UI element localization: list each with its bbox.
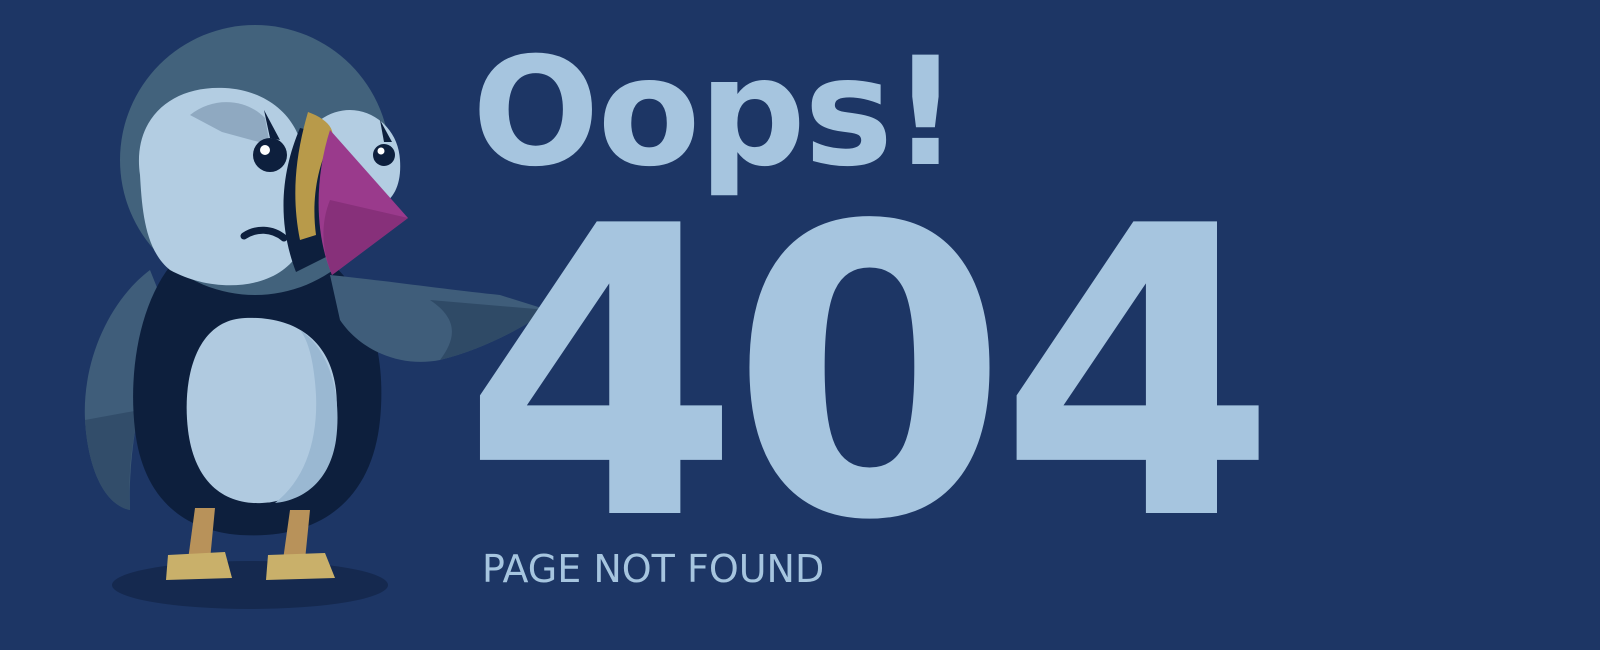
- error-code: 404: [462, 143, 1277, 608]
- mascot-shadow: [112, 561, 388, 609]
- mascot-right-eye: [373, 144, 395, 166]
- mascot-left-foot: [166, 552, 232, 580]
- error-page: Oops! 404 PAGE NOT FOUND: [0, 0, 1600, 650]
- mascot-left-eye-shine: [260, 145, 270, 155]
- mascot-left-eye: [253, 138, 287, 172]
- error-message: PAGE NOT FOUND: [482, 547, 825, 591]
- mascot-right-eye-shine: [377, 147, 385, 155]
- mascot-right-foot: [266, 553, 335, 580]
- mascot-left-wing-shade: [85, 410, 140, 510]
